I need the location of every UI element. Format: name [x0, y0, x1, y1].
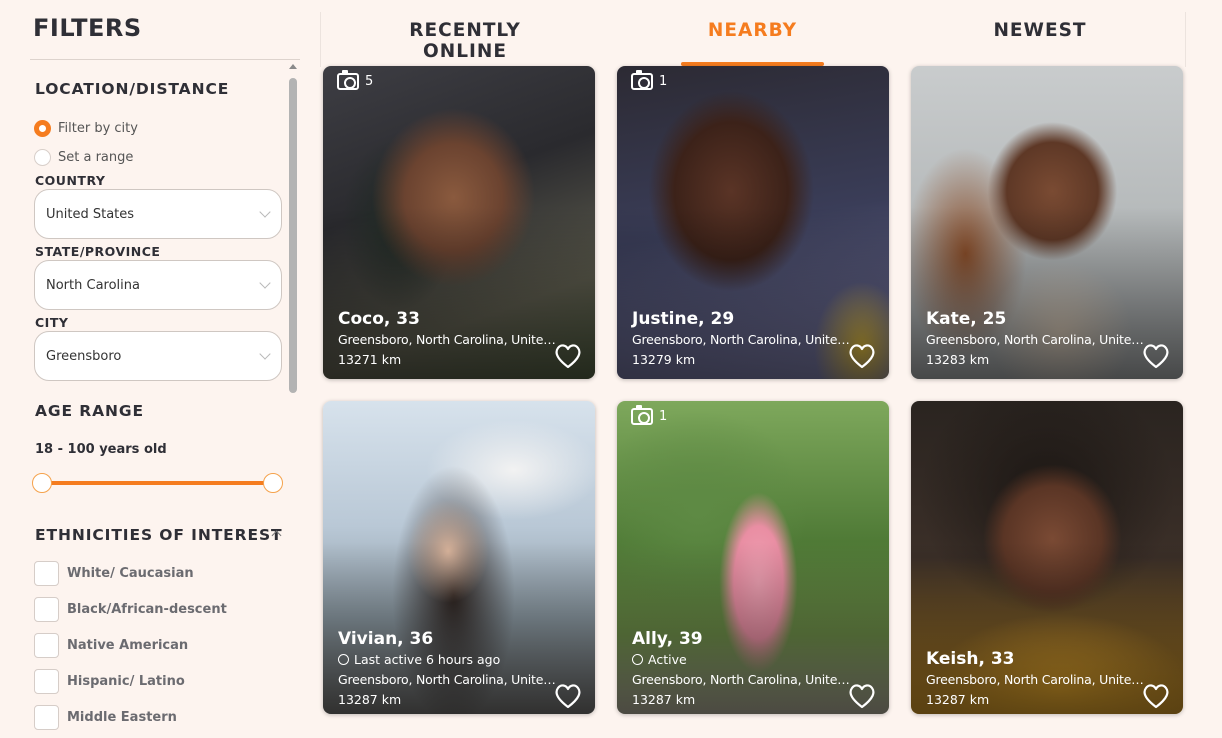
photo-count-number: 5	[365, 74, 374, 89]
photo-count-number: 1	[659, 409, 668, 424]
profile-distance: 13287 km	[338, 692, 402, 707]
profile-card[interactable]: Vivian, 36 Last active 6 hours ago Green…	[323, 401, 595, 714]
profile-name[interactable]: Coco, 33	[338, 309, 420, 329]
age-range-text: 18 - 100 years old	[35, 442, 167, 457]
profile-card[interactable]: Kate, 25 Greensboro, North Carolina, Uni…	[911, 66, 1183, 379]
radio-checked-icon[interactable]	[34, 120, 51, 137]
radio-unchecked-icon[interactable]	[34, 149, 51, 166]
filters-sidebar: FILTERS LOCATION/DISTANCE Filter by city…	[0, 0, 302, 738]
ethnicity-label: Black/African-descent	[67, 602, 227, 617]
filter-by-city-option[interactable]: Filter by city	[34, 120, 138, 137]
ethnicity-option[interactable]: Black/African-descent	[34, 597, 227, 622]
checkbox[interactable]	[34, 597, 59, 622]
profile-distance: 13271 km	[338, 352, 402, 367]
state-value: North Carolina	[46, 277, 140, 293]
heart-icon[interactable]	[554, 343, 582, 369]
sidebar-scrollbar[interactable]	[286, 60, 300, 738]
ethnicity-option[interactable]: Middle Eastern	[34, 705, 177, 730]
age-slider-max-handle[interactable]	[263, 473, 283, 493]
profile-distance: 13279 km	[632, 352, 696, 367]
ethnicity-option[interactable]: Hispanic/ Latino	[34, 669, 185, 694]
location-section-title: LOCATION/DISTANCE	[35, 80, 230, 98]
photo-count-number: 1	[659, 74, 668, 89]
camera-icon	[337, 70, 359, 90]
chevron-down-icon	[259, 277, 271, 289]
age-slider-min-handle[interactable]	[32, 473, 52, 493]
profile-distance: 13287 km	[632, 692, 696, 707]
scrollbar-thumb[interactable]	[289, 78, 297, 393]
country-label: COUNTRY	[35, 173, 106, 188]
state-select[interactable]: North Carolina	[34, 260, 282, 310]
heart-icon[interactable]	[848, 683, 876, 709]
city-select[interactable]: Greensboro	[34, 331, 282, 381]
filters-title: FILTERS	[33, 14, 142, 42]
chevron-down-icon	[259, 206, 271, 218]
camera-icon	[631, 70, 653, 90]
profile-distance: 13283 km	[926, 352, 990, 367]
set-a-range-option[interactable]: Set a range	[34, 149, 133, 166]
profile-card[interactable]: Keish, 33 Greensboro, North Carolina, Un…	[911, 401, 1183, 714]
ethnicity-option[interactable]: White/ Caucasian	[34, 561, 194, 586]
scroll-up-arrow-icon[interactable]	[289, 64, 297, 69]
ethnicity-option[interactable]: Native American	[34, 633, 188, 658]
profile-location: Greensboro, North Carolina, United State…	[632, 332, 850, 347]
profile-activity-status: Active	[632, 652, 687, 667]
city-label: CITY	[35, 315, 69, 330]
profile-location: Greensboro, North Carolina, United State…	[338, 332, 556, 347]
activity-status-text: Last active 6 hours ago	[354, 652, 501, 667]
photo-count: 1	[631, 70, 668, 90]
tab-recently-online[interactable]: RECENTLY ONLINE	[375, 20, 555, 62]
tab-nearby[interactable]: NEARBY	[681, 20, 824, 41]
status-circle-icon	[338, 654, 349, 665]
age-slider-track[interactable]	[43, 481, 272, 485]
ethnicity-label: Middle Eastern	[67, 710, 177, 725]
tab-newest[interactable]: NEWEST	[960, 20, 1120, 41]
set-a-range-label: Set a range	[58, 150, 134, 165]
country-select[interactable]: United States	[34, 189, 282, 239]
profile-location: Greensboro, North Carolina, United State…	[926, 672, 1144, 687]
profile-name[interactable]: Justine, 29	[632, 309, 734, 329]
profile-name[interactable]: Ally, 39	[632, 629, 703, 649]
checkbox[interactable]	[34, 633, 59, 658]
profile-name[interactable]: Kate, 25	[926, 309, 1006, 329]
country-value: United States	[46, 206, 135, 222]
activity-status-text: Active	[648, 652, 687, 667]
profile-location: Greensboro, North Carolina, United State…	[632, 672, 850, 687]
profile-activity-status: Last active 6 hours ago	[338, 652, 500, 667]
camera-icon	[631, 405, 653, 425]
sort-tabs: RECENTLY ONLINE NEARBY NEWEST	[320, 12, 1186, 67]
profile-name[interactable]: Vivian, 36	[338, 629, 433, 649]
profile-name[interactable]: Keish, 33	[926, 649, 1015, 669]
profile-card[interactable]: 5 Coco, 33 Greensboro, North Carolina, U…	[323, 66, 595, 379]
city-value: Greensboro	[46, 348, 122, 364]
status-circle-icon	[632, 654, 643, 665]
heart-icon[interactable]	[848, 343, 876, 369]
heart-icon[interactable]	[554, 683, 582, 709]
state-label: STATE/PROVINCE	[35, 244, 161, 259]
profile-distance: 13287 km	[926, 692, 990, 707]
ethnicities-section-title: ETHNICITIES OF INTEREST	[35, 526, 283, 544]
photo-count: 1	[631, 405, 668, 425]
photo-count: 5	[337, 70, 374, 90]
profile-card[interactable]: 1 Justine, 29 Greensboro, North Carolina…	[617, 66, 889, 379]
chevron-down-icon	[259, 348, 271, 360]
filters-scroll-area: LOCATION/DISTANCE Filter by city Set a r…	[0, 60, 286, 738]
ethnicity-label: White/ Caucasian	[67, 566, 194, 581]
checkbox[interactable]	[34, 705, 59, 730]
ethnicity-label: Native American	[67, 638, 189, 653]
filter-by-city-label: Filter by city	[58, 121, 138, 136]
profile-location: Greensboro, North Carolina, United State…	[338, 672, 556, 687]
profile-location: Greensboro, North Carolina, United State…	[926, 332, 1144, 347]
age-section-title: AGE RANGE	[35, 402, 145, 420]
heart-icon[interactable]	[1142, 683, 1170, 709]
ethnicity-label: Hispanic/ Latino	[67, 674, 185, 689]
profile-card[interactable]: 1 Ally, 39 Active Greensboro, North Caro…	[617, 401, 889, 714]
checkbox[interactable]	[34, 669, 59, 694]
checkbox[interactable]	[34, 561, 59, 586]
heart-icon[interactable]	[1142, 343, 1170, 369]
